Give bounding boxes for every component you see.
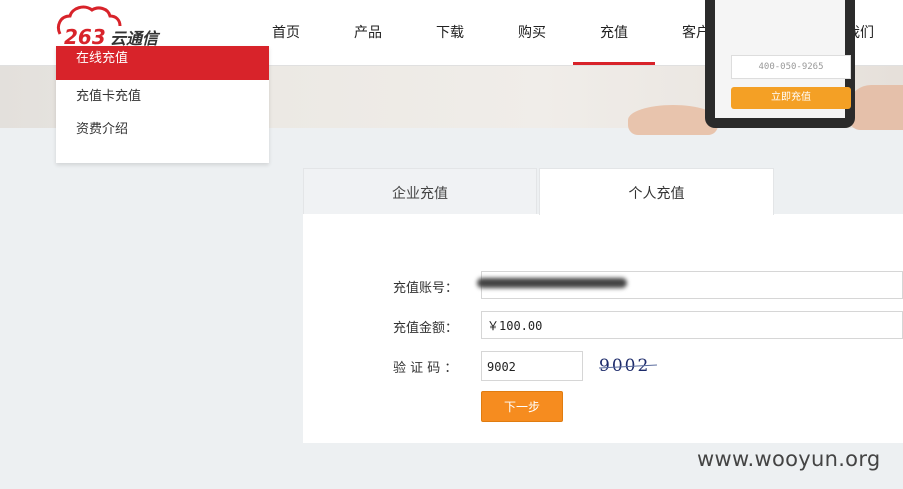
captcha-label: 验 证 码 ： [393,361,458,376]
side-menu: 在线充值 充值卡充值 资费介绍 [56,46,269,163]
account-label: 充值账号： [393,281,459,296]
hand-image-right [850,85,903,130]
side-item-rates[interactable]: 资费介绍 [56,113,269,146]
phone-screen: 400-050-9265 立即充值 [715,0,851,118]
logo-text: 263 [64,25,106,48]
redacted-account [477,278,627,288]
nav-download[interactable]: 下载 [409,0,491,65]
phone-number-field: 400-050-9265 [731,55,851,79]
tab-enterprise-recharge[interactable]: 企业充值 [303,168,537,215]
side-item-online-recharge[interactable]: 在线充值 [56,46,269,80]
nav-recharge[interactable]: 充值 [573,0,655,65]
next-button[interactable]: 下一步 [481,391,563,422]
amount-label: 充值金额： [393,321,459,336]
nav-buy[interactable]: 购买 [491,0,573,65]
recharge-form: 充值账号： 充值金额： ￥100.00 验 证 码 ： 9002 9002 下一… [303,214,903,443]
side-item-card-recharge[interactable]: 充值卡充值 [56,80,269,113]
captcha-input[interactable]: 9002 [481,351,583,381]
logo-263[interactable]: 263 云通信 [54,4,178,48]
tab-personal-recharge[interactable]: 个人充值 [539,168,774,215]
nav-products[interactable]: 产品 [327,0,409,65]
watermark: www.wooyun.org [697,447,881,471]
amount-input[interactable]: ￥100.00 [481,311,903,339]
phone-recharge-button: 立即充值 [731,87,851,109]
phone-mockup: 400-050-9265 立即充值 [705,0,855,128]
